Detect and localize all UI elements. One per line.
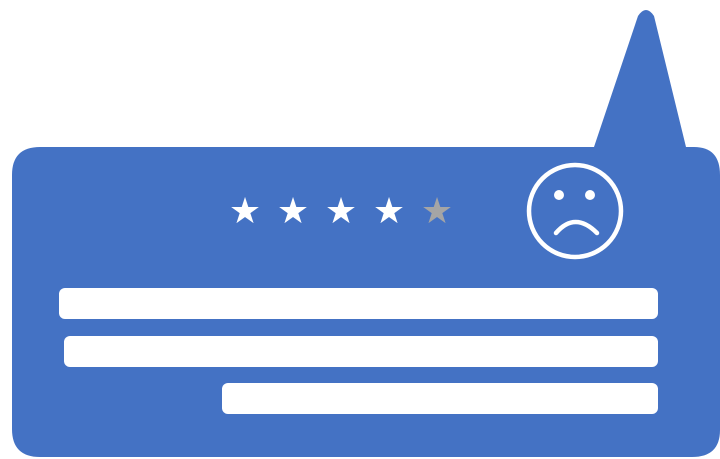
star-rating: ★ ★ ★ ★ ★ [226,190,456,234]
star-filled-icon: ★ [372,191,406,232]
review-text-line [222,383,658,414]
review-text-line [64,336,658,367]
review-text-line [59,288,658,319]
sad-face-left-eye [554,190,564,200]
star-filled-icon: ★ [324,191,358,232]
star-filled-icon: ★ [228,191,262,232]
review-illustration: ★ ★ ★ ★ ★ [0,0,720,459]
sad-face-right-eye [585,190,595,200]
star-empty-icon: ★ [420,191,454,232]
star-filled-icon: ★ [276,191,310,232]
